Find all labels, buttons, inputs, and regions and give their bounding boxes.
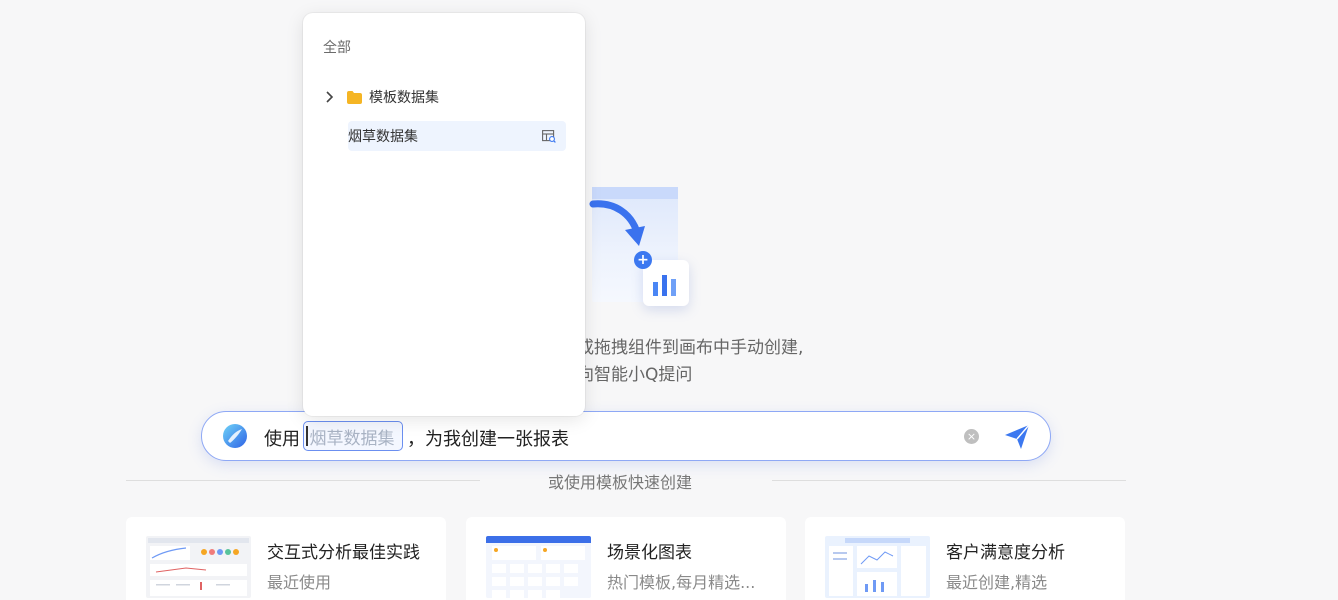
template-subtitle: 热门模板,每月精选... xyxy=(607,573,756,592)
template-thumbnail xyxy=(486,536,591,598)
dataset-slot-input[interactable]: 烟草数据集 xyxy=(303,421,403,451)
dataset-dropdown: 全部 模板数据集 烟草数据集 xyxy=(303,13,585,416)
template-thumbnail xyxy=(146,536,251,598)
chevron-right-icon[interactable] xyxy=(319,91,339,103)
folder-icon xyxy=(347,90,362,104)
folder-label: 模板数据集 xyxy=(369,90,439,106)
template-divider-label: 或使用模板快速创建 xyxy=(548,473,693,492)
bar-chart-icon xyxy=(653,275,676,296)
folder-item-template-datasets[interactable]: 模板数据集 xyxy=(319,85,569,109)
template-subtitle: 最近创建,精选 xyxy=(946,573,1048,592)
assistant-logo-icon xyxy=(223,424,247,448)
template-title: 客户满意度分析 xyxy=(946,543,1065,563)
chart-badge xyxy=(643,260,689,306)
empty-state-hint: 舌或拖拽组件到画布中手动创建, 以向智能小Q提问 xyxy=(560,335,880,389)
dataset-label: 烟草数据集 xyxy=(348,129,418,145)
dataset-slot-placeholder: 烟草数据集 xyxy=(309,428,395,449)
hint-line-2: 以向智能小Q提问 xyxy=(560,365,693,385)
divider-line-right xyxy=(772,480,1126,481)
dropdown-header-all[interactable]: 全部 xyxy=(323,37,351,57)
template-card-scenario-charts[interactable]: 场景化图表 热门模板,每月精选... xyxy=(466,517,786,600)
hint-line-1: 舌或拖拽组件到画布中手动创建, xyxy=(560,338,804,358)
plus-icon: + xyxy=(634,251,652,269)
divider-line-left xyxy=(126,480,480,481)
template-card-customer-satisfaction[interactable]: 客户满意度分析 最近创建,精选 xyxy=(805,517,1125,600)
dataset-item-tobacco[interactable]: 烟草数据集 xyxy=(348,121,566,151)
prompt-suffix: ，为我创建一张报表 xyxy=(407,429,569,450)
text-caret xyxy=(306,426,308,446)
curved-arrow-icon xyxy=(589,200,645,246)
send-icon[interactable] xyxy=(1002,422,1032,452)
template-title: 交互式分析最佳实践 xyxy=(267,543,420,563)
app-canvas: + 舌或拖拽组件到画布中手动创建, 以向智能小Q提问 全部 模板数据集 烟草数据… xyxy=(0,0,1338,600)
ai-chat-input[interactable]: 使用 烟草数据集 ，为我创建一张报表 × xyxy=(201,411,1051,461)
dataset-icon xyxy=(542,129,556,143)
template-card-interactive-analysis[interactable]: 交互式分析最佳实践 最近使用 xyxy=(126,517,446,600)
template-thumbnail xyxy=(825,536,930,598)
empty-state-illustration: + xyxy=(575,182,700,307)
prompt-prefix: 使用 xyxy=(264,429,300,450)
clear-icon[interactable]: × xyxy=(964,429,979,444)
template-subtitle: 最近使用 xyxy=(267,573,332,592)
template-title: 场景化图表 xyxy=(607,543,692,563)
